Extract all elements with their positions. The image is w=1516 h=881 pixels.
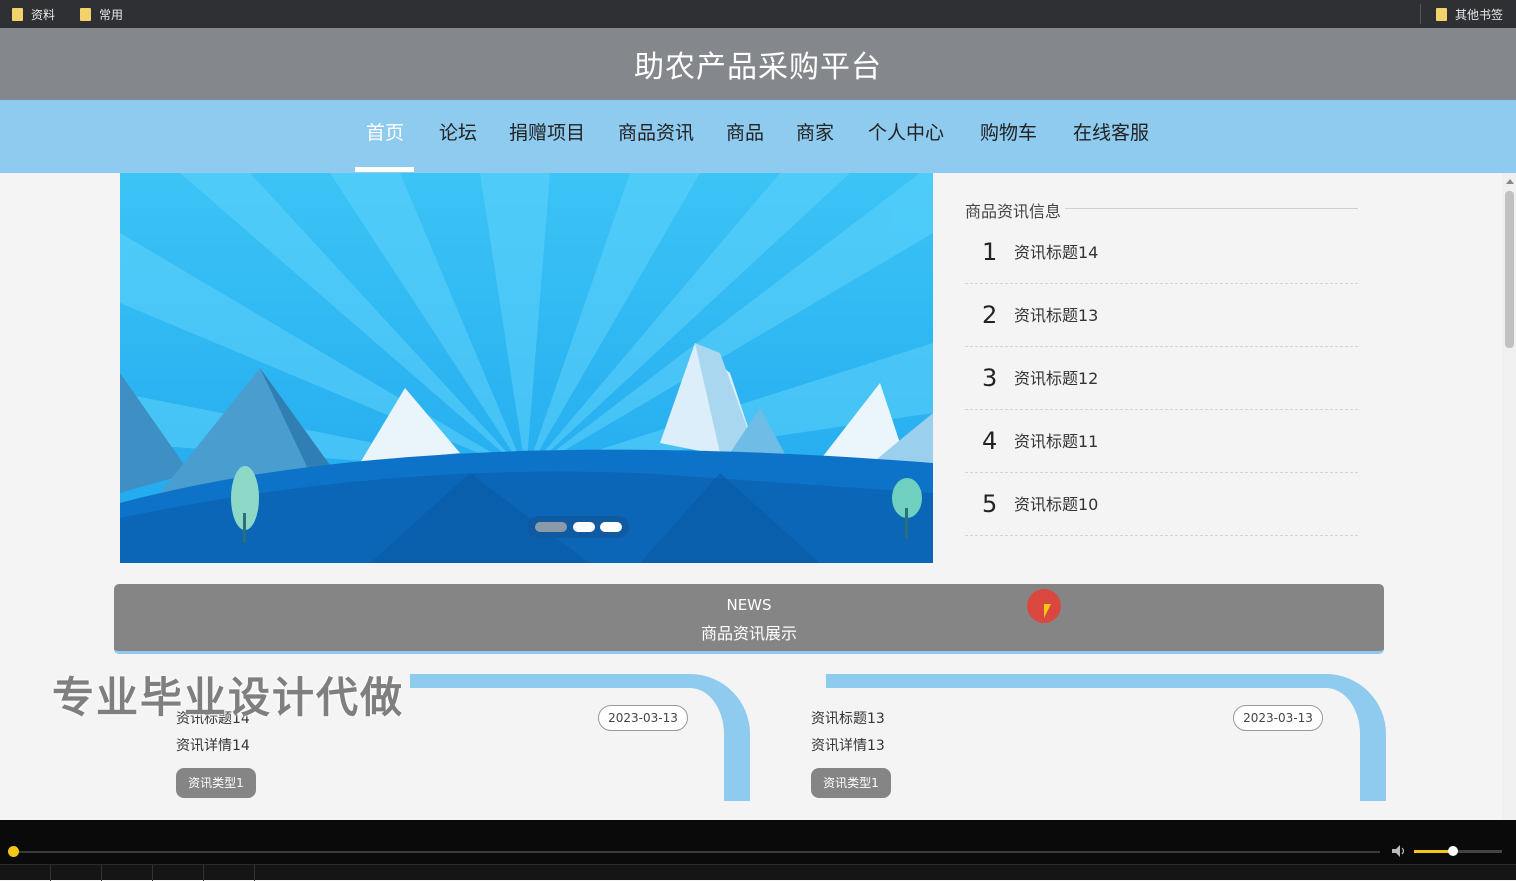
carousel-dot[interactable]: [600, 522, 622, 532]
card-date-badge: 2023-03-13: [598, 705, 688, 731]
divider: [101, 865, 102, 881]
scrollbar-thumb[interactable]: [1505, 191, 1514, 348]
divider: [203, 865, 204, 881]
other-bookmarks[interactable]: 其他书签: [1436, 0, 1503, 28]
news-section-en: NEWS: [726, 596, 772, 614]
site-header: 助农产品采购平台: [0, 28, 1516, 100]
nav-item-personal-center[interactable]: 个人中心: [868, 100, 944, 173]
list-item-title[interactable]: 资讯标题13: [1014, 284, 1098, 347]
list-item-title[interactable]: 资讯标题12: [1014, 347, 1098, 410]
list-item-number: 4: [982, 427, 998, 455]
seek-bar[interactable]: [14, 851, 1380, 853]
page-scrollbar[interactable]: [1502, 173, 1516, 820]
seek-handle[interactable]: [8, 846, 19, 857]
nav-item-products[interactable]: 商品: [726, 100, 764, 173]
news-section-header: NEWS 商品资讯展示: [114, 584, 1384, 654]
cursor-arrow-icon: [1044, 604, 1051, 618]
nav-item-product-news[interactable]: 商品资讯: [618, 100, 694, 173]
bookmark-divider: [1420, 4, 1421, 24]
list-item-number: 2: [982, 301, 998, 329]
nav-item-forum[interactable]: 论坛: [439, 100, 477, 173]
list-item-number: 3: [982, 364, 998, 392]
bookmark-label: 资料: [31, 7, 56, 22]
list-item[interactable]: 2 资讯标题13: [965, 284, 1358, 347]
volume-icon[interactable]: [1392, 845, 1406, 857]
divider: [152, 865, 153, 881]
carousel-banner[interactable]: [120, 173, 933, 563]
bookmark-folder[interactable]: 资料: [12, 0, 55, 28]
volume-handle[interactable]: [1448, 846, 1458, 856]
banner-illustration: [120, 173, 933, 563]
scroll-up-arrow-icon[interactable]: [1506, 179, 1514, 184]
card-type-tag[interactable]: 资讯类型1: [176, 768, 256, 798]
list-item[interactable]: 5 资讯标题10: [965, 473, 1358, 536]
card-decoration: [670, 674, 750, 801]
card-type-tag[interactable]: 资讯类型1: [811, 768, 891, 798]
news-card[interactable]: 资讯标题13 资讯详情13 2023-03-13 资讯类型1: [810, 674, 1386, 801]
watermark-text: 专业毕业设计代做: [52, 673, 405, 722]
card-decoration: [410, 674, 690, 688]
list-item-title[interactable]: 资讯标题10: [1014, 473, 1098, 536]
taskbar-strip: [0, 864, 1516, 881]
list-item[interactable]: 4 资讯标题11: [965, 410, 1358, 473]
site-title: 助农产品采购平台: [634, 50, 882, 85]
list-item[interactable]: 1 资讯标题14: [965, 221, 1358, 284]
card-decoration: [1306, 674, 1386, 801]
bookmark-label: 其他书签: [1455, 7, 1504, 22]
nav-item-home[interactable]: 首页: [366, 100, 404, 173]
carousel-dot[interactable]: [573, 522, 595, 532]
nav-item-donation[interactable]: 捐赠项目: [509, 100, 585, 173]
card-detail: 资讯详情14: [176, 738, 250, 754]
list-item-title[interactable]: 资讯标题11: [1014, 410, 1098, 473]
news-section-cn: 商品资讯展示: [700, 624, 797, 643]
bookmarks-bar: 资料 常用 其他书签: [0, 0, 1516, 28]
side-news-title: 商品资讯信息: [965, 198, 1066, 222]
nav-active-indicator: [355, 167, 414, 172]
card-date-badge: 2023-03-13: [1233, 705, 1323, 731]
list-item-title[interactable]: 资讯标题14: [1014, 221, 1098, 284]
divider: [50, 865, 51, 881]
carousel-dot-active[interactable]: [535, 522, 567, 532]
list-item-number: 1: [982, 238, 998, 266]
list-item-number: 5: [982, 490, 998, 518]
carousel-indicators: [527, 516, 629, 538]
folder-icon: [1436, 7, 1447, 21]
list-item[interactable]: 3 资讯标题12: [965, 347, 1358, 410]
nav-item-customer-service[interactable]: 在线客服: [1073, 100, 1149, 173]
bookmark-label: 常用: [99, 7, 124, 22]
card-detail: 资讯详情13: [811, 738, 885, 754]
nav-item-cart[interactable]: 购物车: [980, 100, 1037, 173]
divider: [254, 865, 255, 881]
card-decoration: [826, 674, 1326, 688]
bookmark-folder[interactable]: 常用: [80, 0, 123, 28]
folder-icon: [80, 7, 91, 21]
nav-item-merchants[interactable]: 商家: [796, 100, 834, 173]
folder-icon: [12, 7, 23, 21]
main-nav: 首页 论坛 捐赠项目 商品资讯 商品 商家 个人中心 购物车 在线客服: [0, 100, 1516, 173]
card-title[interactable]: 资讯标题13: [811, 708, 885, 728]
